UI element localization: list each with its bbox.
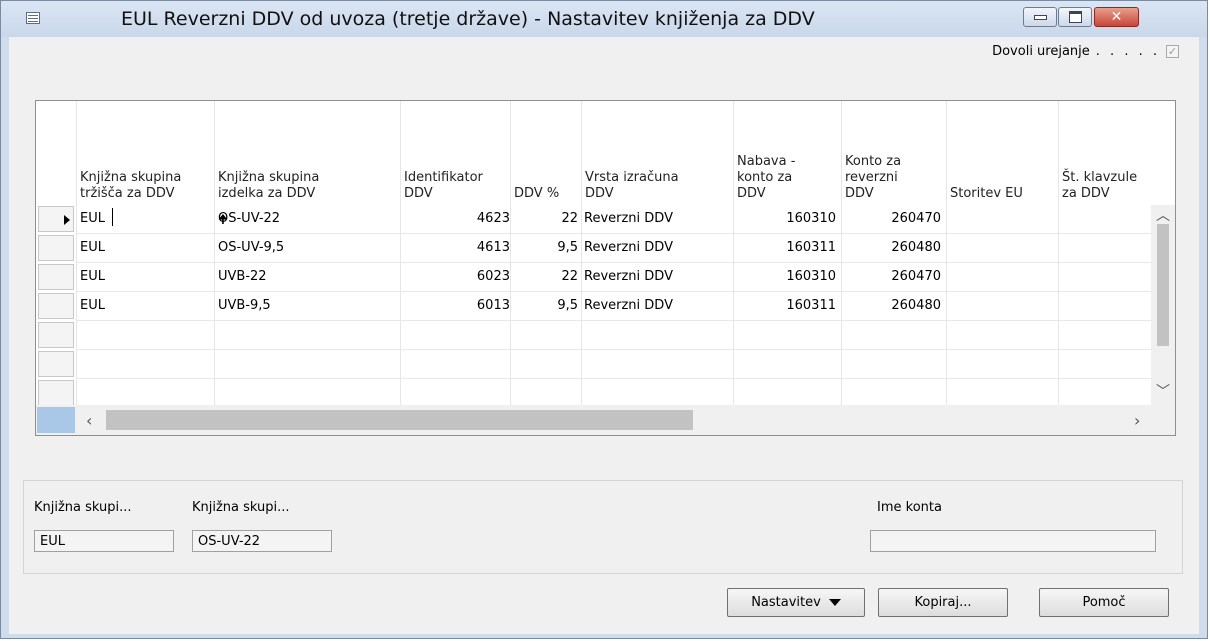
vertical-scrollbar[interactable]: ︿ ﹀: [1151, 205, 1175, 405]
table-row[interactable]: EUL UVB-22 6023 22 Reverzni DDV 160310 2…: [76, 263, 1152, 292]
table-row[interactable]: EUL UVB-9,5 6013 9,5 Reverzni DDV 160311…: [76, 292, 1152, 321]
column-header-reverse-account[interactable]: Konto za reverzni DDV: [845, 154, 901, 202]
vertical-scroll-thumb[interactable]: [1157, 224, 1169, 346]
cell-market-group[interactable]: EUL: [80, 240, 105, 255]
copy-button[interactable]: Kopiraj...: [878, 588, 1008, 617]
market-group-field[interactable]: EUL: [34, 530, 174, 552]
allow-edit-checkbox[interactable]: ✓: [1166, 45, 1179, 58]
cell-vat-percent[interactable]: 9,5: [510, 298, 578, 313]
account-name-field[interactable]: [870, 530, 1156, 552]
horizontal-scrollbar[interactable]: ‹ ›: [36, 405, 1175, 435]
grid-corner: [37, 407, 75, 433]
current-row-pointer-icon: [64, 215, 70, 225]
row-selector[interactable]: [38, 235, 74, 261]
cell-purchase-account[interactable]: 160311: [733, 240, 836, 255]
cell-item-group[interactable]: UVB-22: [218, 269, 267, 284]
table-header: Knjižna skupina tržišča za DDV Knjižna sk…: [36, 101, 1175, 205]
item-group-field[interactable]: OS-UV-22: [192, 530, 332, 552]
allow-edit-row: Dovoli urejanje . . . . . ✓: [992, 44, 1179, 59]
app-form-icon[interactable]: [26, 12, 40, 24]
table-row[interactable]: EUL 🠉 OS-UV-22 4623 22 Reverzni DDV 1603…: [76, 205, 1152, 234]
text-caret: [112, 208, 113, 226]
scroll-up-icon[interactable]: ︿: [1151, 205, 1175, 225]
minimize-icon: [1033, 14, 1047, 20]
cell-reverse-account[interactable]: 260480: [841, 298, 941, 313]
row-selector[interactable]: [38, 206, 74, 232]
cell-item-group[interactable]: UVB-9,5: [218, 298, 271, 313]
row-selector[interactable]: [38, 293, 74, 319]
row-selector-column: [36, 101, 76, 435]
column-header-purchase-account[interactable]: Nabava - konto za DDV: [737, 154, 795, 202]
setup-menu-button[interactable]: Nastavitev: [727, 588, 865, 617]
minimize-button[interactable]: [1023, 7, 1057, 27]
column-header-eu-service[interactable]: Storitev EU: [950, 186, 1023, 202]
cell-reverse-account[interactable]: 260480: [841, 240, 941, 255]
scroll-left-icon[interactable]: ‹: [86, 411, 92, 430]
column-header-vat-identifier[interactable]: Identifikator DDV: [404, 170, 483, 202]
dropdown-arrow-icon: [828, 599, 841, 606]
window: EUL Reverzni DDV od uvoza (tretje države…: [0, 0, 1208, 639]
cell-purchase-account[interactable]: 160310: [733, 211, 836, 226]
row-selector[interactable]: [38, 264, 74, 290]
cell-market-group[interactable]: EUL: [80, 211, 105, 226]
table-row[interactable]: [76, 350, 1152, 379]
vat-posting-setup-table: Knjižna skupina tržišča za DDV Knjižna sk…: [35, 100, 1176, 436]
cell-market-group[interactable]: EUL: [80, 269, 105, 284]
column-header-vat-clause[interactable]: Št. klavzule za DDV: [1062, 170, 1137, 202]
cell-calc-type[interactable]: Reverzni DDV: [584, 211, 673, 226]
table-row[interactable]: [76, 379, 1152, 408]
allow-edit-dots: . . . . .: [1095, 44, 1160, 59]
cell-vat-identifier[interactable]: 6013: [400, 298, 510, 313]
cell-purchase-account[interactable]: 160311: [733, 298, 836, 313]
help-button-label: Pomoč: [1082, 595, 1126, 610]
column-header-market-group[interactable]: Knjižna skupina tržišča za DDV: [80, 170, 181, 202]
row-selector[interactable]: [38, 322, 74, 348]
copy-button-label: Kopiraj...: [914, 595, 972, 610]
row-selector[interactable]: [38, 380, 74, 406]
item-group-label: Knjižna skupi...: [192, 500, 290, 515]
account-name-label: Ime konta: [877, 500, 942, 515]
cell-vat-percent[interactable]: 22: [510, 269, 578, 284]
column-header-calc-type[interactable]: Vrsta izračuna DDV: [585, 170, 679, 202]
scroll-right-icon[interactable]: ›: [1134, 411, 1140, 430]
table-row[interactable]: EUL OS-UV-9,5 4613 9,5 Reverzni DDV 1603…: [76, 234, 1152, 263]
cell-item-group[interactable]: OS-UV-9,5: [218, 240, 284, 255]
scroll-down-icon[interactable]: ﹀: [1151, 381, 1175, 401]
help-button[interactable]: Pomoč: [1039, 588, 1169, 617]
row-selector[interactable]: [38, 351, 74, 377]
form-body: Dovoli urejanje . . . . . ✓ Knjižna skup…: [9, 37, 1199, 634]
cell-vat-percent[interactable]: 22: [510, 211, 578, 226]
cell-reverse-account[interactable]: 260470: [841, 211, 941, 226]
cell-vat-identifier[interactable]: 4613: [400, 240, 510, 255]
title-bar[interactable]: EUL Reverzni DDV od uvoza (tretje države…: [1, 1, 1207, 37]
table-row[interactable]: [76, 321, 1152, 350]
cell-calc-type[interactable]: Reverzni DDV: [584, 240, 673, 255]
cell-item-group[interactable]: OS-UV-22: [218, 211, 280, 226]
allow-edit-label: Dovoli urejanje: [992, 44, 1090, 59]
cell-calc-type[interactable]: Reverzni DDV: [584, 269, 673, 284]
close-icon: ✕: [1110, 9, 1123, 25]
cell-calc-type[interactable]: Reverzni DDV: [584, 298, 673, 313]
column-header-item-group[interactable]: Knjižna skupina izdelka za DDV: [218, 170, 319, 202]
cell-purchase-account[interactable]: 160310: [733, 269, 836, 284]
market-group-label: Knjižna skupi...: [34, 500, 132, 515]
details-panel: Knjižna skupi... EUL Knjižna skupi... OS…: [23, 480, 1183, 574]
cell-reverse-account[interactable]: 260470: [841, 269, 941, 284]
horizontal-scroll-thumb[interactable]: [106, 410, 693, 430]
column-header-vat-percent[interactable]: DDV %: [514, 186, 559, 202]
check-icon: ✓: [1167, 45, 1178, 58]
setup-button-label: Nastavitev: [751, 595, 821, 610]
cell-market-group[interactable]: EUL: [80, 298, 105, 313]
cell-vat-identifier[interactable]: 4623: [400, 211, 510, 226]
close-button[interactable]: ✕: [1094, 7, 1139, 27]
cell-vat-identifier[interactable]: 6023: [400, 269, 510, 284]
maximize-icon: [1068, 11, 1082, 23]
window-title: EUL Reverzni DDV od uvoza (tretje države…: [121, 8, 815, 30]
cell-vat-percent[interactable]: 9,5: [510, 240, 578, 255]
maximize-button[interactable]: [1058, 7, 1092, 27]
